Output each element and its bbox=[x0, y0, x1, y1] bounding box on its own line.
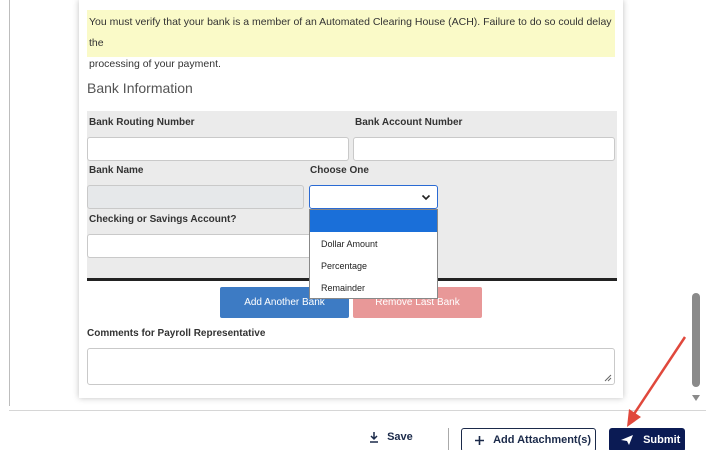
chevron-down-icon bbox=[421, 194, 431, 201]
comments-textarea[interactable] bbox=[87, 348, 615, 385]
comments-label: Comments for Payroll Representative bbox=[87, 328, 266, 339]
submit-button[interactable]: Submit bbox=[609, 428, 685, 450]
choose-one-label: Choose One bbox=[310, 165, 369, 176]
dropdown-option-dollar-amount[interactable]: Dollar Amount bbox=[310, 233, 437, 255]
ach-notice: You must verify that your bank is a memb… bbox=[87, 10, 615, 70]
footer-bar bbox=[9, 410, 706, 450]
send-icon bbox=[621, 435, 633, 446]
resize-grip-icon[interactable] bbox=[604, 374, 612, 382]
dropdown-option-remainder[interactable]: Remainder bbox=[310, 277, 437, 299]
routing-number-input[interactable] bbox=[87, 137, 349, 161]
scrollbar-thumb[interactable] bbox=[692, 293, 700, 387]
left-divider bbox=[9, 0, 10, 406]
add-attachment-button[interactable]: Add Attachment(s) bbox=[461, 428, 596, 450]
plus-icon bbox=[475, 435, 484, 445]
choose-one-dropdown: Dollar Amount Percentage Remainder bbox=[309, 209, 438, 299]
add-attachment-label: Add Attachment(s) bbox=[493, 434, 592, 446]
checking-savings-label: Checking or Savings Account? bbox=[89, 214, 237, 225]
choose-one-select[interactable] bbox=[309, 185, 438, 209]
scroll-down-arrow-icon[interactable] bbox=[691, 394, 701, 402]
ach-notice-line2: processing of your payment. bbox=[89, 58, 221, 70]
account-number-input[interactable] bbox=[353, 137, 615, 161]
account-number-label: Bank Account Number bbox=[355, 117, 463, 128]
bank-name-label: Bank Name bbox=[89, 165, 144, 176]
dropdown-option-blank[interactable] bbox=[310, 210, 437, 232]
submit-label: Submit bbox=[643, 434, 681, 446]
save-button[interactable]: Save bbox=[368, 431, 413, 443]
save-icon bbox=[370, 432, 378, 443]
section-title: Bank Information bbox=[87, 80, 193, 96]
routing-number-label: Bank Routing Number bbox=[89, 117, 195, 128]
dropdown-option-percentage[interactable]: Percentage bbox=[310, 255, 437, 277]
footer-divider bbox=[448, 428, 449, 450]
ach-notice-line1: You must verify that your bank is a memb… bbox=[89, 16, 612, 49]
bank-name-input bbox=[87, 185, 304, 209]
save-label: Save bbox=[387, 431, 413, 443]
